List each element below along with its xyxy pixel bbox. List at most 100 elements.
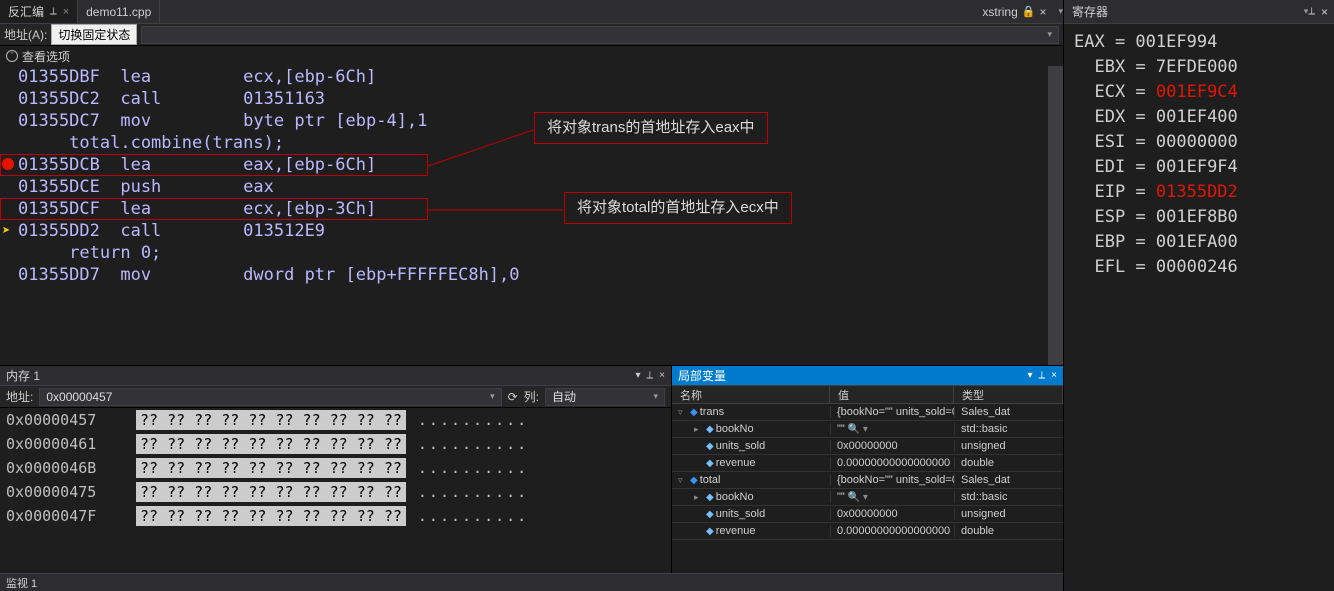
- locals-row[interactable]: ▿◆total{bookNo="" units_sold=0xSales_dat: [672, 472, 1063, 489]
- chevron-down-icon[interactable]: ▾: [1027, 370, 1032, 381]
- view-options-label: 查看选项: [22, 48, 70, 65]
- register-line[interactable]: ESI = 00000000: [1074, 130, 1324, 155]
- current-line-arrow-icon: ➤: [2, 224, 10, 238]
- locals-name-cell: ▸◆bookNo: [672, 491, 830, 503]
- close-icon[interactable]: ×: [659, 370, 665, 381]
- memory-row[interactable]: 0x0000047F?? ?? ?? ?? ?? ?? ?? ?? ?? ??.…: [0, 504, 671, 528]
- register-line[interactable]: EAX = 001EF994: [1074, 30, 1324, 55]
- refresh-icon[interactable]: ⟳: [508, 390, 518, 404]
- register-line[interactable]: EDX = 001EF400: [1074, 105, 1324, 130]
- field-icon: ◆: [706, 424, 714, 435]
- memory-address: 0x0000046B: [0, 459, 130, 477]
- expand-icon[interactable]: ▿: [678, 407, 688, 418]
- memory-row[interactable]: 0x00000475?? ?? ?? ?? ?? ?? ?? ?? ?? ??.…: [0, 480, 671, 504]
- close-icon[interactable]: ×: [1051, 370, 1057, 381]
- disasm-line[interactable]: total.combine(trans);: [18, 132, 1062, 154]
- memory-hex-bytes: ?? ?? ?? ?? ?? ?? ?? ?? ?? ??: [136, 482, 406, 502]
- locals-row[interactable]: ▿◆trans{bookNo="" units_sold=0xSales_dat: [672, 404, 1063, 421]
- disasm-line[interactable]: 01355DCF lea ecx,[ebp-3Ch]: [18, 198, 1062, 220]
- address-label: 地址(A):: [4, 26, 47, 43]
- object-icon: ◆: [690, 475, 698, 486]
- memory-row[interactable]: 0x00000461?? ?? ?? ?? ?? ?? ?? ?? ?? ??.…: [0, 432, 671, 456]
- memory-cols-select[interactable]: 自动 ▾: [545, 388, 665, 406]
- address-combo[interactable]: ▾: [141, 26, 1059, 44]
- tab-xstring[interactable]: xstring 🔒 ×: [974, 5, 1054, 19]
- tab-source-file[interactable]: demo11.cpp: [78, 0, 160, 23]
- register-name: ECX =: [1074, 82, 1156, 102]
- registers-panel: 寄存器 ▾ ⟂ × EAX = 001EF994 EBX = 7EFDE000 …: [1063, 0, 1334, 591]
- register-line[interactable]: EFL = 00000246: [1074, 255, 1324, 280]
- disasm-line[interactable]: 01355DD7 mov dword ptr [ebp+FFFFFEC8h],0: [18, 264, 1062, 286]
- expand-options-icon[interactable]: ˇ: [6, 50, 18, 62]
- memory-row[interactable]: 0x00000457?? ?? ?? ?? ?? ?? ?? ?? ?? ??.…: [0, 408, 671, 432]
- field-icon: ◆: [706, 526, 714, 537]
- close-icon[interactable]: ×: [1315, 5, 1334, 19]
- registers-title-bar[interactable]: 寄存器 ▾ ⟂ ×: [1064, 0, 1334, 24]
- watch-footer-tab[interactable]: 监视 1: [0, 573, 1063, 591]
- pin-icon[interactable]: ⟂: [1038, 370, 1045, 381]
- register-line[interactable]: EIP = 01355DD2: [1074, 180, 1324, 205]
- registers-list[interactable]: EAX = 001EF994 EBX = 7EFDE000 ECX = 001E…: [1064, 24, 1334, 591]
- locals-header-type[interactable]: 类型: [954, 386, 1063, 403]
- expand-icon[interactable]: ▿: [678, 475, 688, 486]
- locals-row[interactable]: ◆units_sold0x00000000unsigned: [672, 438, 1063, 455]
- pin-icon[interactable]: ⟂: [1308, 6, 1315, 17]
- tab-label: xstring: [982, 5, 1017, 19]
- pin-icon[interactable]: ⟂: [646, 370, 653, 381]
- locals-row[interactable]: ◆revenue0.00000000000000000double: [672, 523, 1063, 540]
- locals-var-name: total: [700, 474, 721, 486]
- expand-icon[interactable]: ▸: [694, 424, 704, 435]
- disasm-line[interactable]: return 0;: [18, 242, 1062, 264]
- field-icon: ◆: [706, 458, 714, 469]
- locals-header-name[interactable]: 名称: [672, 386, 830, 403]
- view-options-row[interactable]: ˇ 查看选项: [0, 46, 1063, 66]
- pin-icon[interactable]: ⟂: [50, 6, 57, 17]
- locals-name-cell: ▿◆trans: [672, 406, 830, 418]
- locals-value-cell: {bookNo="" units_sold=0x: [830, 406, 954, 418]
- memory-panel-title[interactable]: 内存 1 ▾ ⟂ ×: [0, 366, 671, 386]
- memory-address-input[interactable]: 0x00000457 ▾: [39, 388, 501, 406]
- visualizer-picker-icon[interactable]: 🔍 ▾: [845, 424, 868, 435]
- memory-row[interactable]: 0x0000046B?? ?? ?? ?? ?? ?? ?? ?? ?? ??.…: [0, 456, 671, 480]
- locals-value-cell: 0.00000000000000000: [830, 457, 954, 469]
- disasm-line[interactable]: 01355DC2 call 01351163: [18, 88, 1062, 110]
- disasm-line[interactable]: 01355DCE push eax: [18, 176, 1062, 198]
- register-name: ESP =: [1074, 207, 1156, 227]
- locals-row[interactable]: ◆revenue0.00000000000000000double: [672, 455, 1063, 472]
- disasm-line[interactable]: 01355DC7 mov byte ptr [ebp-4],1: [18, 110, 1062, 132]
- disasm-line[interactable]: 01355DCB lea eax,[ebp-6Ch]: [18, 154, 1062, 176]
- tab-disasm[interactable]: 反汇编 ⟂ ×: [0, 0, 78, 23]
- memory-ascii: ..........: [418, 435, 528, 453]
- disasm-line[interactable]: 01355DBF lea ecx,[ebp-6Ch]: [18, 66, 1062, 88]
- expand-icon[interactable]: ▸: [694, 492, 704, 503]
- disasm-line[interactable]: 01355DD2 call 013512E9➤: [18, 220, 1062, 242]
- register-line[interactable]: EBP = 001EFA00: [1074, 230, 1324, 255]
- locals-tree[interactable]: ▿◆trans{bookNo="" units_sold=0xSales_dat…: [672, 404, 1063, 573]
- register-line[interactable]: ESP = 001EF8B0: [1074, 205, 1324, 230]
- memory-address: 0x00000475: [0, 483, 130, 501]
- close-icon[interactable]: ×: [1039, 5, 1046, 19]
- locals-type-cell: double: [954, 525, 1063, 537]
- disassembly-listing[interactable]: 将对象trans的首地址存入eax中 将对象total的首地址存入ecx中 01…: [0, 66, 1063, 365]
- register-line[interactable]: EDI = 001EF9F4: [1074, 155, 1324, 180]
- tab-label: 反汇编: [8, 3, 44, 20]
- close-icon[interactable]: ×: [63, 6, 69, 18]
- locals-panel-title[interactable]: 局部变量 ▾ ⟂ ×: [672, 366, 1063, 386]
- field-icon: ◆: [706, 492, 714, 503]
- register-value: 001EF8B0: [1156, 207, 1238, 227]
- breakpoint-icon[interactable]: [2, 158, 14, 170]
- chevron-down-icon[interactable]: ▾: [635, 370, 640, 381]
- visualizer-picker-icon[interactable]: 🔍 ▾: [845, 492, 868, 503]
- register-line[interactable]: ECX = 001EF9C4: [1074, 80, 1324, 105]
- locals-header-value[interactable]: 值: [830, 386, 954, 403]
- memory-hex-view[interactable]: 0x00000457?? ?? ?? ?? ?? ?? ?? ?? ?? ??.…: [0, 408, 671, 573]
- register-value: 001EF9F4: [1156, 157, 1238, 177]
- memory-panel: 内存 1 ▾ ⟂ × 地址: 0x00000457 ▾ ⟳ 列: 自动 ▾ 0x: [0, 366, 672, 573]
- register-line[interactable]: EBX = 7EFDE000: [1074, 55, 1324, 80]
- locals-var-name: revenue: [716, 525, 756, 537]
- memory-ascii: ..........: [418, 411, 528, 429]
- locals-row[interactable]: ◆units_sold0x00000000unsigned: [672, 506, 1063, 523]
- locals-row[interactable]: ▸◆bookNo"" 🔍 ▾std::basic: [672, 421, 1063, 438]
- locals-name-cell: ▸◆bookNo: [672, 423, 830, 435]
- locals-row[interactable]: ▸◆bookNo"" 🔍 ▾std::basic: [672, 489, 1063, 506]
